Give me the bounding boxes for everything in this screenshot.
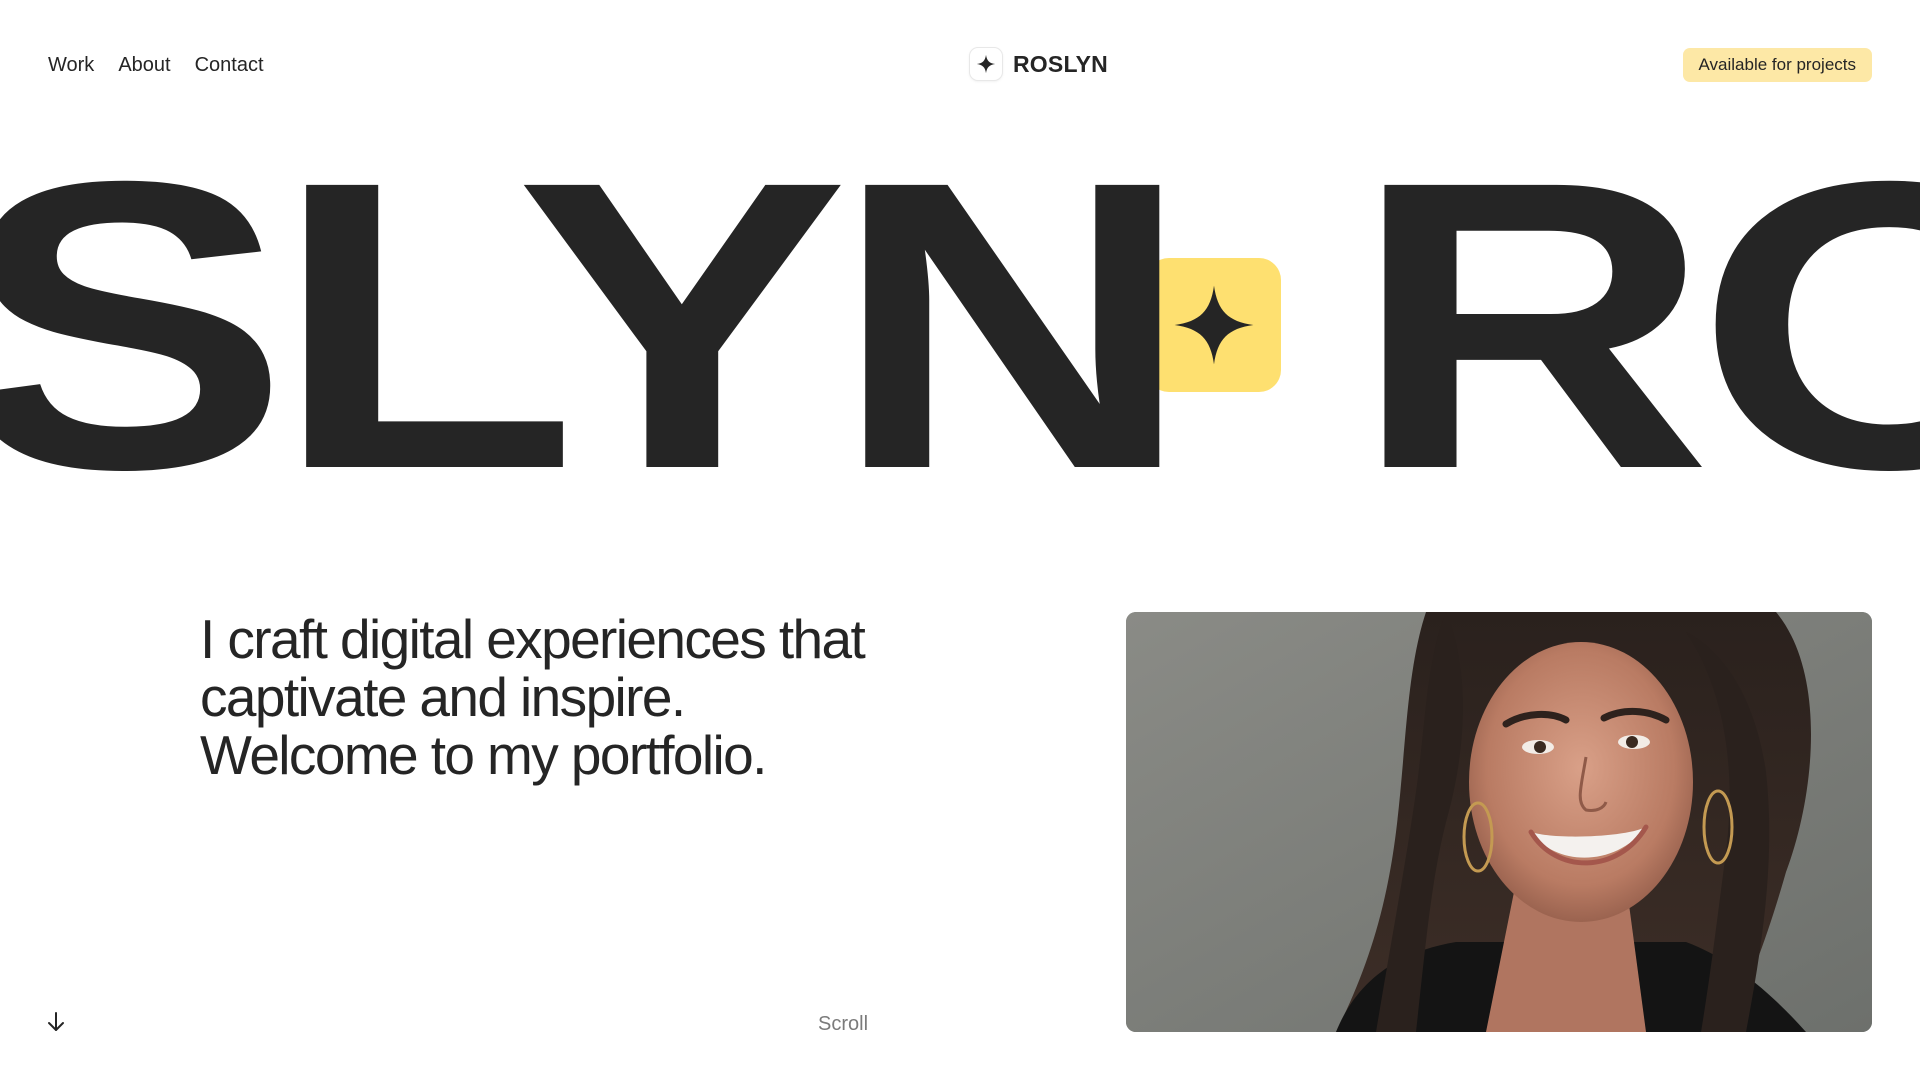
scroll-label[interactable]: Scroll xyxy=(818,1011,868,1037)
intro-line: Welcome to my portfolio. xyxy=(200,724,767,786)
brand-logo[interactable]: ROSLYN xyxy=(970,48,1108,80)
name-marquee: ROSLYN ROSLYN xyxy=(0,150,1920,500)
nav-link-work[interactable]: Work xyxy=(48,50,94,80)
brand-name: ROSLYN xyxy=(1013,51,1108,77)
marquee-word: ROSLYN xyxy=(0,150,1193,500)
portrait-photo xyxy=(1126,612,1872,1032)
marquee-track: ROSLYN ROSLYN xyxy=(0,150,1920,500)
intro-line: I craft digital experiences that xyxy=(200,608,866,670)
nav-link-contact[interactable]: Contact xyxy=(195,50,264,80)
marquee-word: ROSLYN xyxy=(1350,150,1920,500)
availability-badge[interactable]: Available for projects xyxy=(1682,48,1872,82)
main-nav: Work About Contact xyxy=(48,50,264,80)
sparkle-icon xyxy=(970,48,1002,80)
intro-headline: I craft digital experiences that captiva… xyxy=(200,610,960,784)
nav-link-about[interactable]: About xyxy=(118,50,170,80)
arrow-down-icon[interactable] xyxy=(44,1010,68,1034)
page: Work About Contact ROSLYN Available for … xyxy=(0,0,1920,1080)
intro-line: captivate and inspire. xyxy=(200,666,686,728)
